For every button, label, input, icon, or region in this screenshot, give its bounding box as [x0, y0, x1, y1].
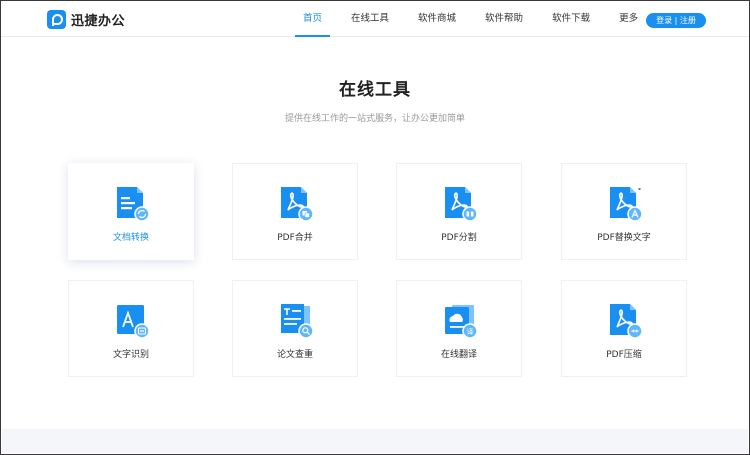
tool-card-online-translate[interactable]: 译 在线翻译	[396, 280, 522, 377]
tool-card-label: PDF分割	[441, 233, 477, 243]
logo[interactable]: 迅捷办公	[47, 10, 125, 29]
page-subtitle: 提供在线工作的一站式服务，让办公更加简单	[284, 114, 465, 124]
tool-card-label: PDF压缩	[606, 350, 642, 360]
tool-card-label: 文字识别	[112, 350, 149, 360]
pdf-replace-text-icon	[610, 187, 643, 222]
svg-text:译: 译	[467, 328, 474, 336]
nav-item-software-help[interactable]: 软件帮助	[477, 1, 531, 37]
footer-band	[2, 429, 748, 453]
page-frame: 迅捷办公 首页 在线工具 软件商城 软件帮助 软件下载 更多 登录 | 注册 在…	[0, 0, 750, 455]
tool-card-label: 在线翻译	[440, 350, 477, 360]
text-recognition-icon	[117, 305, 150, 339]
main-nav: 首页 在线工具 软件商城 软件帮助 软件下载 更多	[295, 1, 646, 37]
logo-icon	[47, 10, 66, 29]
tool-card-text-recognition[interactable]: 文字识别	[68, 280, 194, 377]
nav-item-more[interactable]: 更多	[611, 1, 646, 37]
pdf-compress-icon	[610, 304, 643, 339]
tool-card-label: 文档转换	[112, 233, 149, 243]
logo-text: 迅捷办公	[71, 14, 126, 29]
nav-item-software-store[interactable]: 软件商城	[410, 1, 464, 37]
tool-card-pdf-replace-text[interactable]: PDF替换文字	[561, 163, 687, 260]
tool-card-pdf-split[interactable]: PDF分割	[396, 163, 522, 260]
tool-card-pdf-compress[interactable]: PDF压缩	[561, 280, 687, 377]
document-convert-icon	[117, 187, 150, 222]
nav-item-online-tools[interactable]: 在线工具	[343, 1, 397, 37]
tool-card-document-convert[interactable]: 文档转换	[68, 163, 194, 260]
online-translate-icon: 译	[445, 305, 478, 339]
page-title: 在线工具	[339, 80, 411, 100]
paper-check-icon	[281, 304, 314, 339]
pdf-split-icon	[445, 187, 478, 222]
pdf-merge-icon	[281, 187, 314, 222]
nav-item-home[interactable]: 首页	[295, 1, 331, 37]
tool-card-paper-check[interactable]: 论文查重	[232, 280, 358, 377]
tool-card-pdf-merge[interactable]: PDF合并	[232, 163, 358, 260]
top-header: 迅捷办公 首页 在线工具 软件商城 软件帮助 软件下载 更多 登录 | 注册	[1, 1, 749, 37]
tool-card-label: 论文查重	[276, 350, 313, 360]
nav-item-software-download[interactable]: 软件下载	[544, 1, 598, 37]
tool-card-label: PDF合并	[277, 233, 313, 243]
login-register-button[interactable]: 登录 | 注册	[646, 13, 706, 28]
tool-card-label: PDF替换文字	[597, 233, 651, 243]
